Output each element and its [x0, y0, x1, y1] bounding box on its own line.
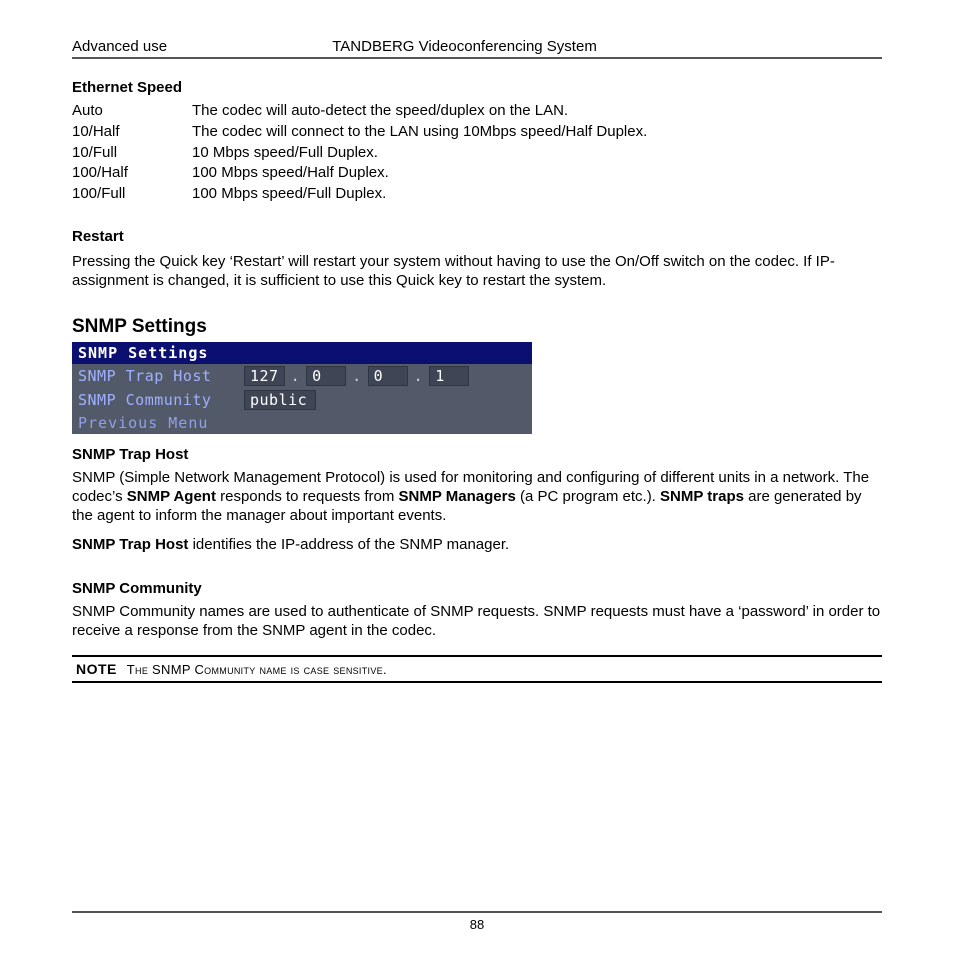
- snmp-community-paragraph: SNMP Community names are used to authent…: [72, 603, 882, 641]
- snmp-trap-host-row: SNMP Trap Host 127 . 0 . 0 . 1: [72, 364, 532, 388]
- snmp-community-value[interactable]: public: [244, 390, 316, 410]
- snmp-ip-octet-2[interactable]: 0: [306, 366, 346, 386]
- bold-snmp-traps: SNMP traps: [660, 488, 744, 505]
- snmp-box-title: SNMP Settings: [72, 342, 532, 364]
- snmp-ip-octet-4[interactable]: 1: [429, 366, 469, 386]
- ethernet-desc: 10 Mbps speed/Full Duplex.: [192, 144, 882, 163]
- note-period: .: [383, 662, 387, 677]
- ethernet-desc: 100 Mbps speed/Full Duplex.: [192, 185, 882, 204]
- ethernet-term: 10/Half: [72, 123, 192, 142]
- bold-snmp-trap-host: SNMP Trap Host: [72, 536, 188, 553]
- text-span: responds to requests from: [216, 488, 399, 505]
- header-center: TANDBERG Videoconferencing System: [167, 38, 882, 55]
- restart-paragraph: Pressing the Quick key ‘Restart’ will re…: [72, 253, 882, 291]
- note-bar: NOTE The SNMP Community name is case sen…: [72, 655, 882, 683]
- ethernet-desc: The codec will connect to the LAN using …: [192, 123, 882, 142]
- note-seg: ommunity name is case sensitive: [204, 662, 383, 677]
- snmp-community-row: SNMP Community public: [72, 388, 532, 412]
- ethernet-row: 10/Half The codec will connect to the LA…: [72, 123, 882, 142]
- ethernet-term: 100/Half: [72, 164, 192, 183]
- page-header: Advanced use TANDBERG Videoconferencing …: [72, 38, 882, 59]
- ethernet-row: 100/Half 100 Mbps speed/Half Duplex.: [72, 164, 882, 183]
- snmp-trap-host-paragraph-1: SNMP (Simple Network Management Protocol…: [72, 469, 882, 525]
- bold-snmp-agent: SNMP Agent: [127, 488, 216, 505]
- snmp-trap-host-paragraph-2: SNMP Trap Host identifies the IP-address…: [72, 536, 882, 555]
- note-seg: he SNMP C: [135, 662, 204, 677]
- snmp-trap-host-label: SNMP Trap Host: [78, 367, 238, 385]
- snmp-settings-screenshot: SNMP Settings SNMP Trap Host 127 . 0 . 0…: [72, 342, 532, 434]
- ethernet-term: 10/Full: [72, 144, 192, 163]
- note-text: The SNMP Community name is case sensitiv…: [127, 662, 387, 677]
- snmp-ip-octet-3[interactable]: 0: [368, 366, 408, 386]
- snmp-community-heading: SNMP Community: [72, 580, 882, 597]
- ip-dot-icon: .: [352, 367, 362, 385]
- snmp-community-label: SNMP Community: [78, 391, 238, 409]
- ethernet-desc: The codec will auto-detect the speed/dup…: [192, 102, 882, 121]
- bold-snmp-managers: SNMP Managers: [399, 488, 516, 505]
- note-cap: T: [127, 662, 135, 677]
- document-page: Advanced use TANDBERG Videoconferencing …: [0, 0, 954, 954]
- ethernet-row: Auto The codec will auto-detect the spee…: [72, 102, 882, 121]
- page-number: 88: [470, 917, 484, 932]
- ethernet-term: Auto: [72, 102, 192, 121]
- page-footer: 88: [72, 911, 882, 932]
- snmp-previous-menu[interactable]: Previous Menu: [72, 412, 532, 434]
- ethernet-row: 10/Full 10 Mbps speed/Full Duplex.: [72, 144, 882, 163]
- ip-dot-icon: .: [291, 367, 301, 385]
- text-span: (a PC program etc.).: [516, 488, 660, 505]
- ethernet-row: 100/Full 100 Mbps speed/Full Duplex.: [72, 185, 882, 204]
- ethernet-desc: 100 Mbps speed/Half Duplex.: [192, 164, 882, 183]
- snmp-ip-octet-1[interactable]: 127: [244, 366, 285, 386]
- note-label: NOTE: [76, 661, 117, 677]
- restart-heading: Restart: [72, 228, 882, 245]
- ethernet-term: 100/Full: [72, 185, 192, 204]
- text-span: identifies the IP-address of the SNMP ma…: [188, 536, 509, 553]
- snmp-settings-heading: SNMP Settings: [72, 316, 882, 338]
- header-left: Advanced use: [72, 38, 167, 55]
- snmp-trap-host-heading: SNMP Trap Host: [72, 446, 882, 463]
- ethernet-speed-heading: Ethernet Speed: [72, 79, 882, 96]
- ip-dot-icon: .: [414, 367, 424, 385]
